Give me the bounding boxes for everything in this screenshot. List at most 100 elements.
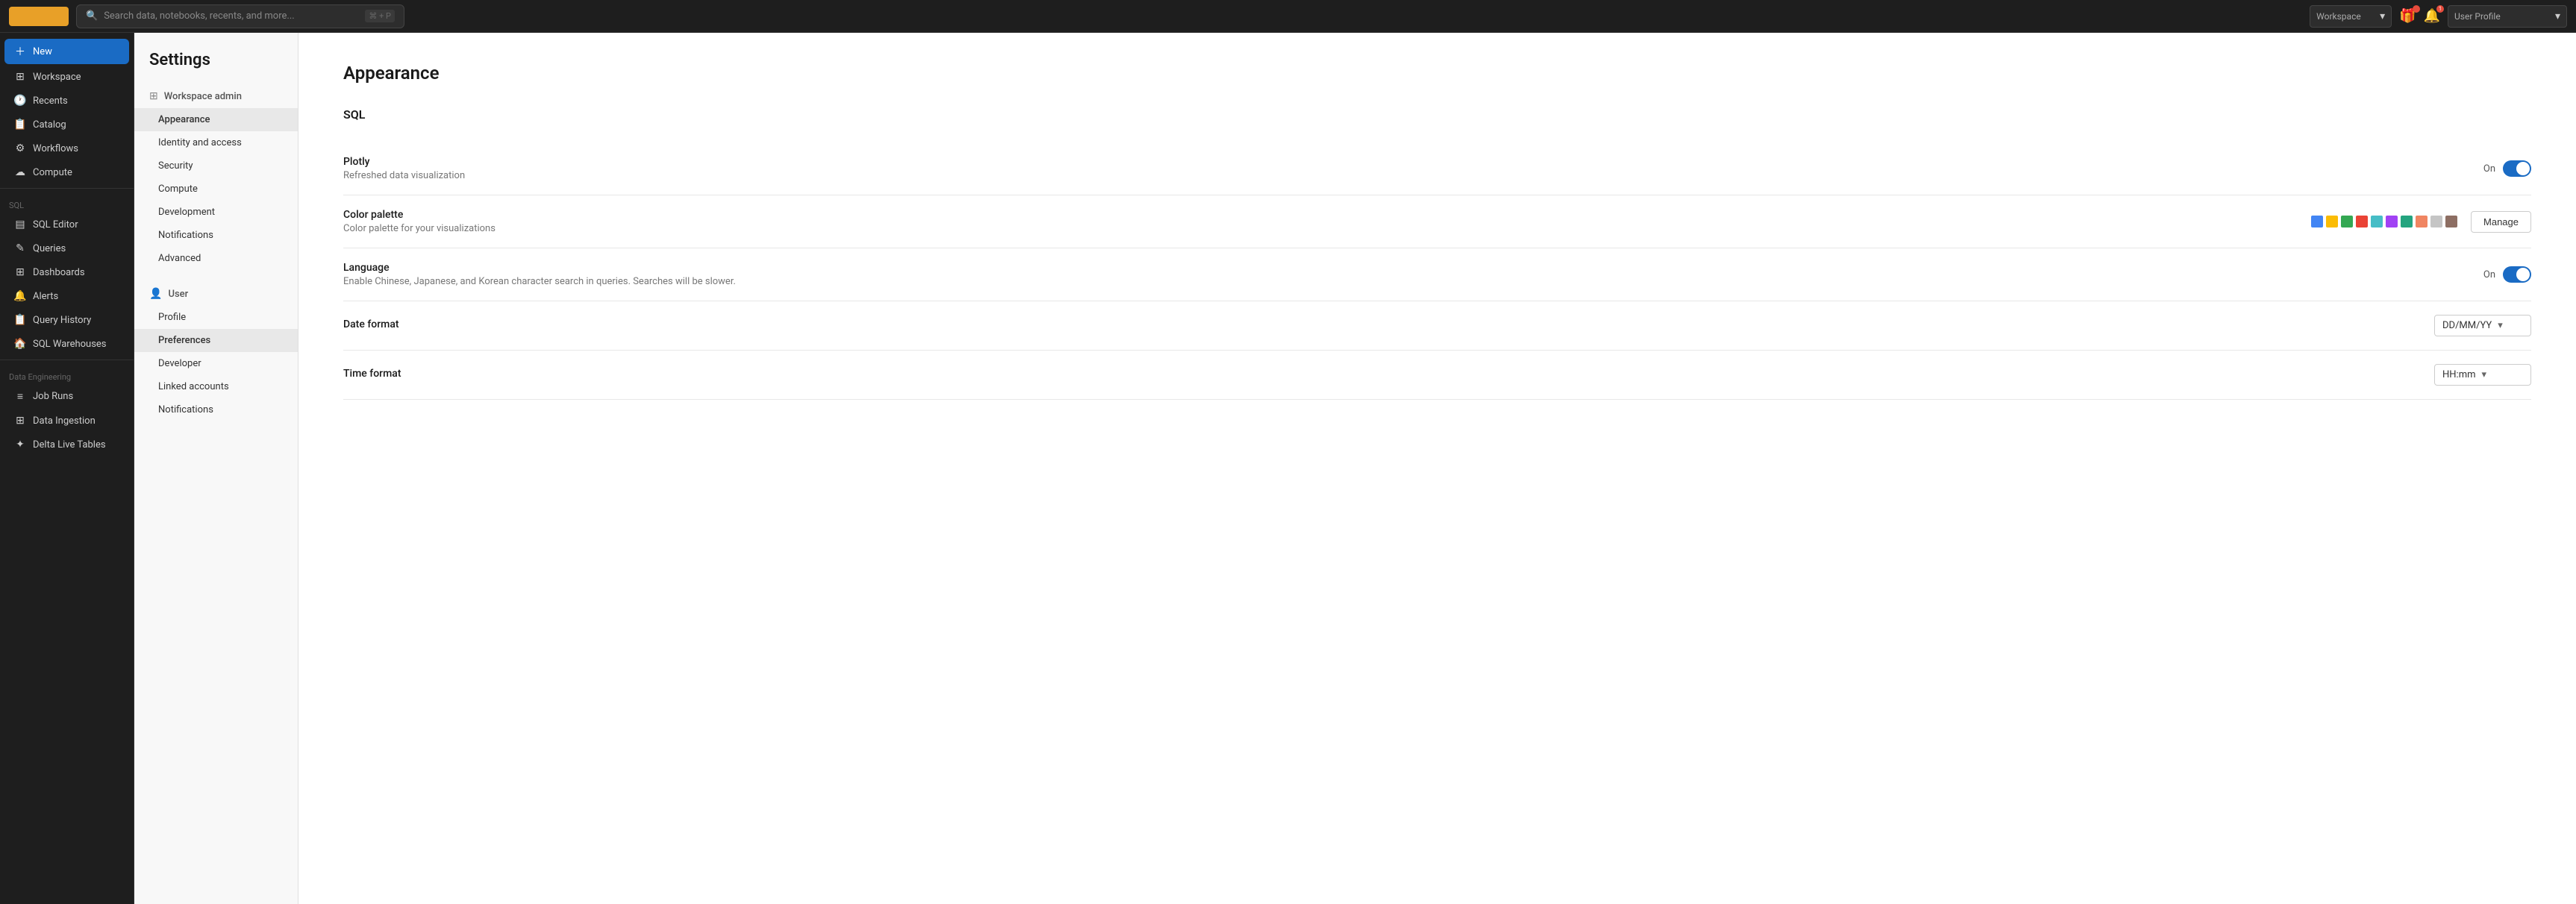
user-label: User — [168, 289, 188, 300]
settings-layout: Settings ⊞ Workspace admin Appearance Id… — [134, 33, 2576, 904]
date-format-control: DD/MM/YY ▾ — [2434, 315, 2531, 336]
new-label: New — [33, 46, 52, 57]
swatch-2 — [2341, 216, 2353, 227]
color-palette-control: Manage — [2311, 211, 2531, 233]
sidebar-new-button[interactable]: ＋ New — [4, 39, 129, 64]
gift-icon[interactable]: 🎁 — [2399, 8, 2416, 24]
swatch-0 — [2311, 216, 2323, 227]
sidebar-item-data-ingestion[interactable]: ⊞ Data Ingestion — [4, 409, 129, 432]
alerts-icon: 🔔 — [13, 290, 27, 302]
swatch-5 — [2386, 216, 2398, 227]
topbar-right: Workspace ▾ 🎁 🔔1 User Profile ▾ — [2310, 5, 2567, 28]
query-history-icon: 📋 — [13, 314, 27, 326]
sidebar-item-sql-warehouses[interactable]: 🏠 SQL Warehouses — [4, 333, 129, 355]
sidebar-compute-label: Compute — [33, 167, 72, 178]
notification-badge: 1 — [2436, 5, 2444, 13]
sidebar-item-queries[interactable]: ✎ Queries — [4, 237, 129, 260]
sidebar-sql-warehouses-label: SQL Warehouses — [33, 339, 107, 350]
sidebar-item-catalog[interactable]: 📋 Catalog — [4, 113, 129, 136]
sidebar-item-compute[interactable]: ☁ Compute — [4, 161, 129, 183]
manage-button[interactable]: Manage — [2471, 211, 2531, 233]
chevron-down-icon: ▾ — [2380, 10, 2385, 22]
settings-nav-advanced[interactable]: Advanced — [134, 247, 298, 270]
sidebar-item-workflows[interactable]: ⚙ Workflows — [4, 137, 129, 160]
job-runs-icon: ≡ — [13, 390, 27, 403]
data-engineering-section-label: Data Engineering — [0, 363, 134, 385]
swatch-1 — [2326, 216, 2338, 227]
settings-nav-development[interactable]: Development — [134, 201, 298, 224]
settings-nav-developer[interactable]: Developer — [134, 352, 298, 375]
sidebar-workspace-label: Workspace — [33, 72, 81, 83]
settings-nav-notifications[interactable]: Notifications — [134, 224, 298, 247]
color-palette-row: Color palette Color palette for your vis… — [343, 195, 2531, 248]
sidebar-alerts-label: Alerts — [33, 291, 58, 302]
recents-icon: 🕐 — [13, 95, 27, 107]
workspace-icon: ⊞ — [13, 71, 27, 83]
sidebar-query-history-label: Query History — [33, 315, 91, 326]
search-bar[interactable]: 🔍 Search data, notebooks, recents, and m… — [76, 4, 404, 28]
swatch-7 — [2416, 216, 2427, 227]
settings-nav-profile[interactable]: Profile — [134, 306, 298, 329]
plotly-label: Plotly — [343, 156, 2483, 168]
settings-nav-appearance[interactable]: Appearance — [134, 108, 298, 131]
date-format-value: DD/MM/YY — [2442, 320, 2492, 331]
plotly-toggle-knob — [2516, 162, 2530, 175]
workspace-dropdown-label: Workspace — [2316, 11, 2376, 22]
color-palette-label: Color palette — [343, 209, 2311, 221]
plotly-state: On — [2483, 163, 2495, 175]
sidebar-item-sql-editor[interactable]: ▤ SQL Editor — [4, 213, 129, 236]
settings-content: Appearance SQL Plotly Refreshed data vis… — [298, 33, 2576, 904]
sidebar-item-workspace[interactable]: ⊞ Workspace — [4, 66, 129, 88]
chevron-down-icon-profile: ▾ — [2555, 10, 2560, 22]
workflows-icon: ⚙ — [13, 142, 27, 154]
sidebar-workflows-label: Workflows — [33, 143, 78, 154]
time-format-value: HH:mm — [2442, 369, 2476, 380]
settings-nav-security[interactable]: Security — [134, 154, 298, 178]
settings-nav-notifications-user[interactable]: Notifications — [134, 398, 298, 421]
sidebar-item-alerts[interactable]: 🔔 Alerts — [4, 285, 129, 307]
color-swatches — [2311, 216, 2457, 227]
language-state: On — [2483, 269, 2495, 280]
time-format-info: Time format — [343, 368, 2434, 382]
sidebar-item-recents[interactable]: 🕐 Recents — [4, 90, 129, 112]
workspace-dropdown[interactable]: Workspace ▾ — [2310, 5, 2392, 28]
settings-nav-preferences[interactable]: Preferences — [134, 329, 298, 352]
settings-nav-linked-accounts[interactable]: Linked accounts — [134, 375, 298, 398]
swatch-4 — [2371, 216, 2383, 227]
date-format-select[interactable]: DD/MM/YY ▾ — [2434, 315, 2531, 336]
sidebar-dashboards-label: Dashboards — [33, 267, 85, 278]
queries-icon: ✎ — [13, 242, 27, 254]
language-info: Language Enable Chinese, Japanese, and K… — [343, 262, 2483, 287]
settings-nav-compute[interactable]: Compute — [134, 178, 298, 201]
sidebar-queries-label: Queries — [33, 243, 66, 254]
time-format-select[interactable]: HH:mm ▾ — [2434, 364, 2531, 386]
date-format-arrow: ▾ — [2498, 320, 2503, 331]
profile-dropdown[interactable]: User Profile ▾ — [2448, 5, 2567, 28]
workspace-admin-label: Workspace admin — [164, 91, 242, 102]
sql-warehouses-icon: 🏠 — [13, 338, 27, 350]
sidebar-item-delta-live-tables[interactable]: ✦ Delta Live Tables — [4, 433, 129, 456]
catalog-icon: 📋 — [13, 119, 27, 131]
compute-icon: ☁ — [13, 166, 27, 178]
page-title: Appearance — [343, 63, 2531, 84]
delta-live-tables-icon: ✦ — [13, 439, 27, 451]
plotly-info: Plotly Refreshed data visualization — [343, 156, 2483, 181]
swatch-6 — [2401, 216, 2413, 227]
notification-icon[interactable]: 🔔1 — [2424, 8, 2440, 24]
sidebar-divider-1 — [0, 188, 134, 189]
date-format-row: Date format DD/MM/YY ▾ — [343, 301, 2531, 351]
color-palette-info: Color palette Color palette for your vis… — [343, 209, 2311, 234]
search-shortcut: ⌘ + P — [365, 10, 395, 22]
settings-nav-identity-access[interactable]: Identity and access — [134, 131, 298, 154]
sidebar-item-query-history[interactable]: 📋 Query History — [4, 309, 129, 331]
plotly-toggle[interactable] — [2503, 160, 2531, 177]
logo — [9, 7, 69, 26]
sidebar-item-dashboards[interactable]: ⊞ Dashboards — [4, 261, 129, 283]
sidebar-item-job-runs[interactable]: ≡ Job Runs — [4, 385, 129, 408]
plotly-desc: Refreshed data visualization — [343, 170, 2483, 181]
sidebar-sql-editor-label: SQL Editor — [33, 219, 78, 230]
search-icon: 🔍 — [86, 10, 98, 22]
language-desc: Enable Chinese, Japanese, and Korean cha… — [343, 276, 2483, 287]
language-toggle[interactable] — [2503, 266, 2531, 283]
user-icon: 👤 — [149, 288, 162, 300]
